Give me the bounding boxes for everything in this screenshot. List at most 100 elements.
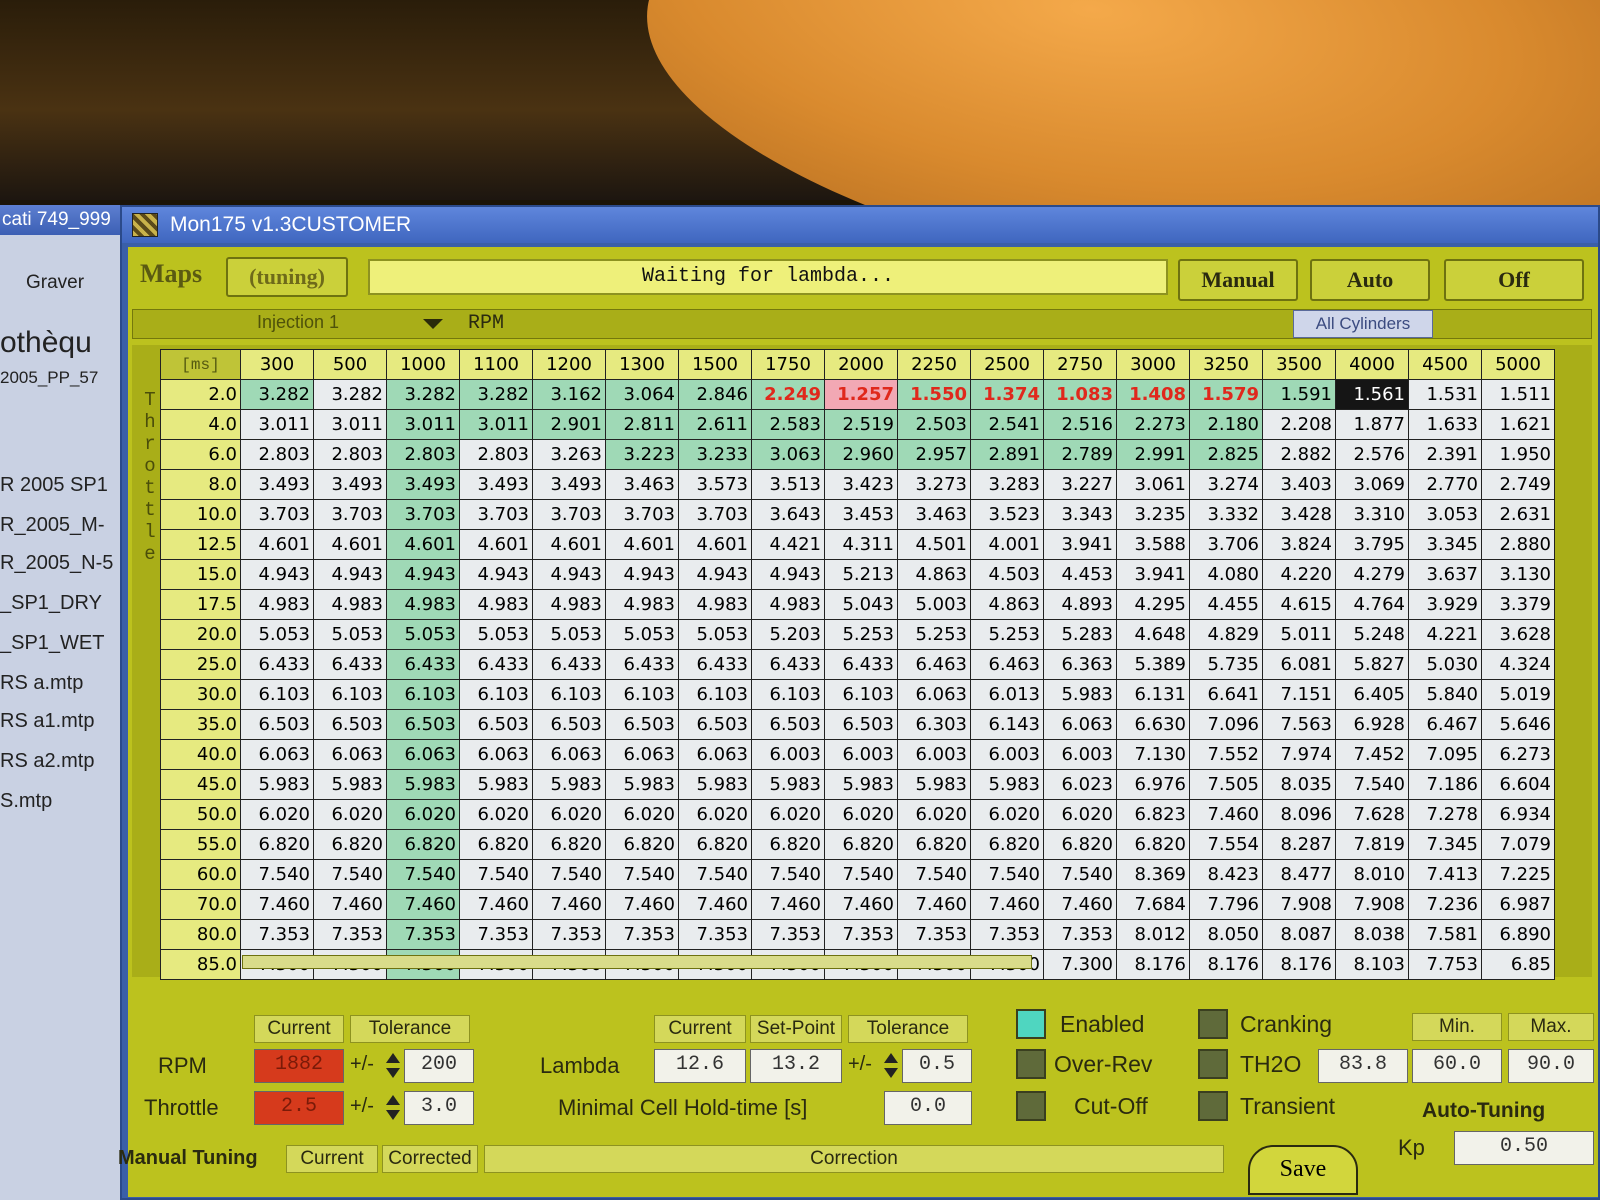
save-button[interactable]: Save <box>1248 1145 1358 1195</box>
map-cell[interactable]: 6.103 <box>532 679 606 710</box>
map-cell[interactable]: 7.345 <box>1408 829 1482 860</box>
map-cell[interactable]: 6.103 <box>824 679 898 710</box>
map-cell[interactable]: 2.825 <box>1189 439 1263 470</box>
map-cell[interactable]: 7.540 <box>678 859 752 890</box>
map-cell[interactable]: 6.976 <box>1116 769 1190 800</box>
map-cell[interactable]: 2.541 <box>970 409 1044 440</box>
map-cell[interactable]: 7.186 <box>1408 769 1482 800</box>
map-cell[interactable]: 4.943 <box>313 559 387 590</box>
map-cell[interactable]: 7.552 <box>1189 739 1263 770</box>
map-cell[interactable]: 1.083 <box>1043 379 1117 410</box>
map-cell[interactable]: 6.503 <box>313 709 387 740</box>
desktop-list-item[interactable]: R 2005 SP1 <box>0 474 122 497</box>
map-cell[interactable]: 6.433 <box>605 649 679 680</box>
map-cell[interactable]: 3.403 <box>1262 469 1336 500</box>
map-cell[interactable]: 5.053 <box>605 619 679 650</box>
map-cell[interactable]: 2.583 <box>751 409 825 440</box>
map-cell[interactable]: 3.703 <box>678 499 752 530</box>
map-cell[interactable]: 4.080 <box>1189 559 1263 590</box>
map-cell[interactable]: 6.820 <box>532 829 606 860</box>
map-cell[interactable]: 6.503 <box>824 709 898 740</box>
map-cell[interactable]: 3.703 <box>532 499 606 530</box>
map-cell[interactable]: 7.460 <box>751 889 825 920</box>
map-cell[interactable]: 5.983 <box>532 769 606 800</box>
map-cell[interactable]: 6.890 <box>1481 919 1555 950</box>
map-cell[interactable]: 6.405 <box>1335 679 1409 710</box>
map-cell[interactable]: 6.820 <box>605 829 679 860</box>
map-cell[interactable]: 4.983 <box>386 589 460 620</box>
map-cell[interactable]: 7.353 <box>678 919 752 950</box>
map-cell[interactable]: 5.827 <box>1335 649 1409 680</box>
map-cell[interactable]: 8.010 <box>1335 859 1409 890</box>
map-cell[interactable]: 6.503 <box>386 709 460 740</box>
map-cell[interactable]: 3.423 <box>824 469 898 500</box>
map-cell[interactable]: 4.863 <box>970 589 1044 620</box>
map-cell[interactable]: 4.943 <box>751 559 825 590</box>
map-cell[interactable]: 6.013 <box>970 679 1044 710</box>
map-cell[interactable]: 5.983 <box>1043 679 1117 710</box>
map-cell[interactable]: 6.063 <box>897 679 971 710</box>
map-cell[interactable]: 6.820 <box>824 829 898 860</box>
map-cell[interactable]: 6.020 <box>897 799 971 830</box>
map-cell[interactable]: 6.503 <box>605 709 679 740</box>
map-cell[interactable]: 1.579 <box>1189 379 1263 410</box>
map-cell[interactable]: 7.353 <box>897 919 971 950</box>
map-cell[interactable]: 5.248 <box>1335 619 1409 650</box>
map-cell[interactable]: 1.950 <box>1481 439 1555 470</box>
map-cell[interactable]: 7.505 <box>1189 769 1263 800</box>
map-cell[interactable]: 1.561 <box>1335 379 1409 410</box>
desktop-list-item[interactable]: RS a.mtp <box>0 672 122 695</box>
map-cell[interactable]: 5.983 <box>751 769 825 800</box>
throttle-tolerance-spinner[interactable] <box>386 1093 400 1123</box>
map-cell[interactable]: 7.353 <box>459 919 533 950</box>
map-cell[interactable]: 7.540 <box>897 859 971 890</box>
map-cell[interactable]: 4.311 <box>824 529 898 560</box>
desktop-list-item[interactable]: 2005_PP_57 <box>0 368 122 388</box>
map-cell[interactable]: 3.493 <box>532 469 606 500</box>
map-cell[interactable]: 6.063 <box>678 739 752 770</box>
map-cell[interactable]: 5.983 <box>313 769 387 800</box>
desktop-list-item[interactable]: _SP1_WET <box>0 632 122 655</box>
map-cell[interactable]: 5.253 <box>970 619 1044 650</box>
map-cell[interactable]: 3.428 <box>1262 499 1336 530</box>
map-cell[interactable]: 4.983 <box>532 589 606 620</box>
map-cell[interactable]: 7.540 <box>970 859 1044 890</box>
map-cell[interactable]: 3.282 <box>386 379 460 410</box>
map-cell[interactable]: 2.789 <box>1043 439 1117 470</box>
map-cell[interactable]: 7.819 <box>1335 829 1409 860</box>
map-cell[interactable]: 7.353 <box>605 919 679 950</box>
map-cell[interactable]: 3.493 <box>240 469 314 500</box>
map-cell[interactable]: 3.263 <box>532 439 606 470</box>
map-cell[interactable]: 7.460 <box>532 889 606 920</box>
map-cell[interactable]: 2.519 <box>824 409 898 440</box>
map-cell[interactable]: 5.043 <box>824 589 898 620</box>
map-cell[interactable]: 6.433 <box>459 649 533 680</box>
map-cell[interactable]: 6.103 <box>386 679 460 710</box>
map-cell[interactable]: 6.020 <box>532 799 606 830</box>
map-cell[interactable]: 3.588 <box>1116 529 1190 560</box>
map-cell[interactable]: 7.540 <box>240 859 314 890</box>
map-cell[interactable]: 1.621 <box>1481 409 1555 440</box>
map-cell[interactable]: 6.020 <box>678 799 752 830</box>
map-cell[interactable]: 7.095 <box>1408 739 1482 770</box>
map-cell[interactable]: 2.882 <box>1262 439 1336 470</box>
map-cell[interactable]: 5.983 <box>386 769 460 800</box>
enabled-indicator-icon[interactable] <box>1016 1009 1046 1039</box>
map-cell[interactable]: 6.604 <box>1481 769 1555 800</box>
map-cell[interactable]: 7.460 <box>386 889 460 920</box>
map-cell[interactable]: 2.249 <box>751 379 825 410</box>
map-cell[interactable]: 6.063 <box>313 739 387 770</box>
map-cell[interactable]: 7.540 <box>751 859 825 890</box>
map-cell[interactable]: 6.003 <box>1043 739 1117 770</box>
map-cell[interactable]: 3.463 <box>897 499 971 530</box>
map-cell[interactable]: 3.283 <box>970 469 1044 500</box>
map-cell[interactable]: 6.503 <box>678 709 752 740</box>
map-cell[interactable]: 5.283 <box>1043 619 1117 650</box>
map-cell[interactable]: 7.796 <box>1189 889 1263 920</box>
map-cell[interactable]: 4.615 <box>1262 589 1336 620</box>
map-cell[interactable]: 3.493 <box>459 469 533 500</box>
map-cell[interactable]: 8.477 <box>1262 859 1336 890</box>
map-cell[interactable]: 3.235 <box>1116 499 1190 530</box>
map-cell[interactable]: 5.253 <box>824 619 898 650</box>
injection-dropdown[interactable]: Injection 1 <box>143 312 453 336</box>
